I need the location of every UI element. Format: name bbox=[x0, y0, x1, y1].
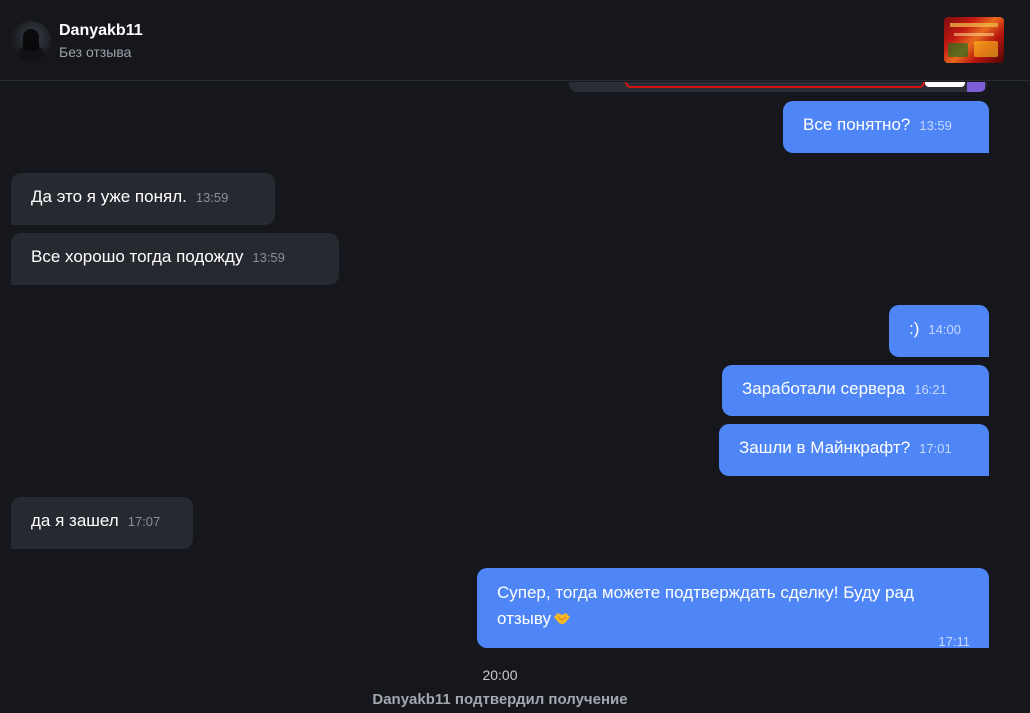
message-bubble-incoming: Да это я уже понял. 13:59 bbox=[11, 173, 275, 225]
avatar[interactable] bbox=[11, 21, 51, 61]
review-status: Без отзыва bbox=[59, 44, 132, 60]
message-time: 17:11 bbox=[938, 634, 970, 649]
message-bubble-outgoing: :) 14:00 bbox=[889, 305, 989, 357]
handshake-icon bbox=[554, 613, 571, 624]
message-bubble-outgoing: Зашли в Майнкрафт? 17:01 bbox=[719, 424, 989, 476]
attached-image-preview[interactable] bbox=[569, 82, 987, 92]
system-event-text: Danyakb11 подтвердил получение bbox=[372, 691, 628, 708]
product-thumbnail[interactable] bbox=[944, 17, 1004, 63]
message-text: Зашли в Майнкрафт? bbox=[739, 438, 911, 457]
message-text: да я зашел bbox=[31, 511, 119, 530]
message-bubble-outgoing: Супер, тогда можете подтверждать сделку!… bbox=[477, 568, 989, 649]
message-text: Все хорошо тогда подожду bbox=[31, 247, 244, 266]
system-event-time: 20:00 bbox=[482, 667, 518, 683]
message-bubble-incoming: да я зашел 17:07 bbox=[11, 497, 193, 549]
message-text: Все понятно? bbox=[803, 115, 911, 134]
message-time: 13:59 bbox=[195, 190, 229, 205]
message-bubble-outgoing: Все понятно? 13:59 bbox=[783, 101, 989, 153]
message-time: 14:00 bbox=[928, 322, 961, 337]
message-time: 16:21 bbox=[914, 382, 947, 397]
message-time: 13:59 bbox=[919, 118, 952, 133]
avatar-figure-head bbox=[23, 29, 39, 51]
message-time: 13:59 bbox=[252, 250, 285, 265]
message-bubble-outgoing: Заработали сервера 16:21 bbox=[722, 365, 989, 416]
message-bubble-incoming: Все хорошо тогда подожду 13:59 bbox=[11, 233, 339, 285]
message-time: 17:07 bbox=[127, 514, 161, 529]
username[interactable]: Danyakb11 bbox=[59, 22, 143, 40]
message-text-wrap: Супер, тогда можете подтверждать сделку!… bbox=[497, 580, 970, 632]
chat-header: Danyakb11 Без отзыва bbox=[0, 0, 1030, 81]
message-text: Заработали сервера bbox=[742, 379, 906, 398]
message-text: :) bbox=[909, 319, 920, 338]
message-time: 17:01 bbox=[919, 441, 952, 456]
message-text: Да это я уже понял. bbox=[31, 187, 187, 206]
